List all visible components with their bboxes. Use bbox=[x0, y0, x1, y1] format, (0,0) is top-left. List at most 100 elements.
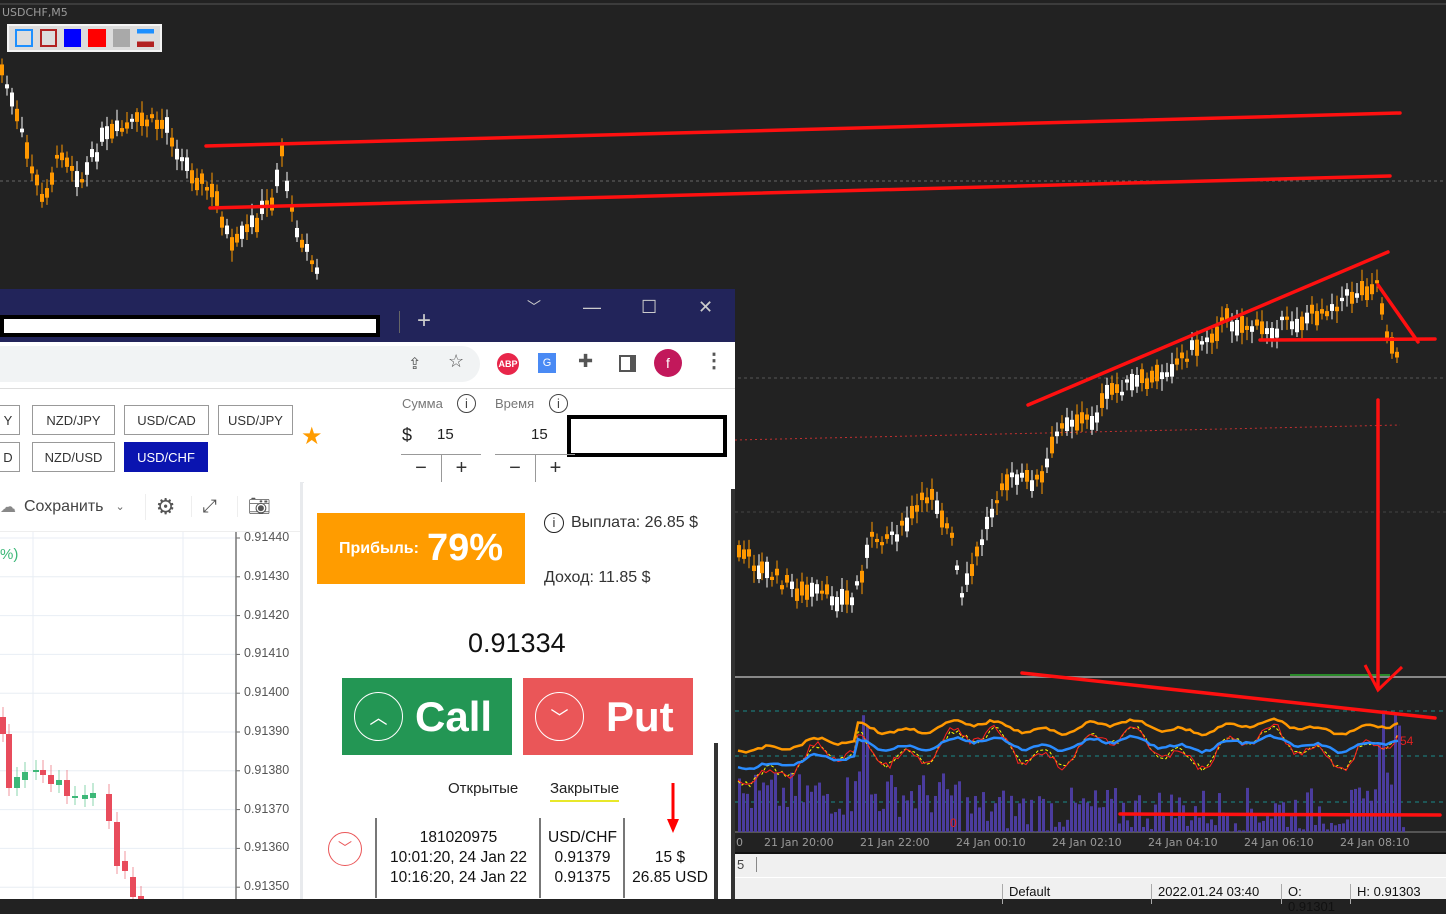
pair-button[interactable]: D bbox=[0, 442, 20, 472]
tab-open-trades[interactable]: Открытые bbox=[448, 780, 518, 797]
volume-bar bbox=[1214, 825, 1217, 832]
bookmark-star-icon[interactable]: ☆ bbox=[448, 351, 464, 372]
web-price-chart[interactable]: %) 0.914400.914300.914200.914100.914000.… bbox=[0, 532, 300, 899]
volume-bar bbox=[946, 789, 949, 832]
close-icon[interactable]: ✕ bbox=[698, 297, 713, 318]
settings-gear-icon[interactable]: ⚙ bbox=[145, 494, 176, 520]
time-plus-button[interactable]: + bbox=[535, 455, 575, 482]
candle-body bbox=[980, 539, 984, 545]
translate-icon[interactable]: G bbox=[538, 353, 556, 373]
scrollbar[interactable] bbox=[714, 743, 718, 899]
candle-body bbox=[1380, 303, 1384, 314]
candle-body bbox=[1060, 423, 1064, 428]
candle-body bbox=[830, 596, 834, 605]
candle-body bbox=[255, 218, 259, 232]
amount-stepper[interactable]: − + bbox=[401, 454, 481, 482]
palette-red-frame[interactable] bbox=[40, 29, 58, 47]
side-panel-icon[interactable] bbox=[619, 355, 636, 372]
new-tab-button[interactable]: + bbox=[417, 307, 431, 335]
candle-body bbox=[1330, 304, 1334, 311]
volume-bar bbox=[1218, 793, 1221, 832]
menu-icon[interactable]: ⋮ bbox=[704, 348, 724, 373]
volume-bar bbox=[1066, 820, 1069, 832]
palette-red[interactable] bbox=[88, 29, 105, 47]
candle-body bbox=[865, 545, 869, 558]
palette-blue-frame[interactable] bbox=[15, 29, 33, 47]
adblock-icon[interactable]: ABP bbox=[497, 353, 519, 375]
put-button[interactable]: ﹀ Put bbox=[523, 678, 693, 755]
tab-search-icon[interactable]: ﹀ bbox=[527, 297, 541, 317]
page-scrollbar[interactable] bbox=[731, 489, 735, 899]
candle-body bbox=[1050, 437, 1054, 454]
candle-body bbox=[930, 489, 934, 500]
save-button[interactable]: Сохранить bbox=[24, 498, 104, 516]
call-button[interactable]: ︿ Call bbox=[342, 678, 512, 755]
profit-label: Прибыль: bbox=[339, 540, 419, 558]
time-input[interactable]: 15 bbox=[531, 426, 548, 443]
candle-body bbox=[1285, 317, 1289, 320]
candle-body bbox=[300, 240, 304, 248]
profile-avatar[interactable]: f bbox=[654, 349, 682, 377]
extensions-icon[interactable]: ✚ bbox=[578, 351, 593, 372]
closed-trade-row[interactable]: ﹀ 181020975 10:01:20, 24 Jan 22 10:16:20… bbox=[303, 818, 718, 898]
candle-body bbox=[1125, 379, 1129, 382]
browser-toolbar: ⇪ ☆ ABP G ✚ f ⋮ bbox=[0, 342, 735, 388]
tab-closed-trades[interactable]: Закрытые bbox=[550, 780, 619, 802]
time-label: Время bbox=[495, 396, 534, 411]
pair-button[interactable]: USD/JPY bbox=[218, 405, 293, 435]
palette-blue[interactable] bbox=[64, 29, 81, 47]
candle-body bbox=[1135, 375, 1139, 387]
candle-body bbox=[920, 493, 924, 500]
chevron-down-icon[interactable]: ⌄ bbox=[116, 500, 125, 513]
amount-minus-button[interactable]: − bbox=[401, 455, 441, 482]
pair-button[interactable]: USD/CAD bbox=[124, 405, 209, 435]
volume-bar bbox=[1058, 822, 1061, 832]
candle-body bbox=[985, 517, 989, 529]
volume-bar bbox=[1210, 819, 1213, 832]
share-icon[interactable]: ⇪ bbox=[408, 354, 421, 374]
minimize-icon[interactable]: — bbox=[583, 297, 601, 318]
volume-bar bbox=[902, 795, 905, 832]
info-icon[interactable]: i bbox=[549, 394, 568, 413]
pair-button[interactable]: NZD/USD bbox=[32, 442, 115, 472]
volume-bar bbox=[982, 792, 985, 832]
info-icon[interactable]: i bbox=[457, 394, 476, 413]
fullscreen-icon[interactable]: ⤢ bbox=[191, 496, 216, 517]
candle-body bbox=[945, 523, 949, 528]
time-stepper[interactable]: − + bbox=[495, 454, 575, 482]
volume-bar bbox=[906, 800, 909, 832]
volume-bar bbox=[910, 791, 913, 832]
favorite-star-icon[interactable]: ★ bbox=[301, 422, 323, 451]
volume-bar bbox=[1026, 824, 1029, 832]
oscillator-value: 54 bbox=[1400, 734, 1413, 748]
volume-bar bbox=[758, 790, 761, 832]
candle-body bbox=[210, 184, 214, 197]
candle-body bbox=[1040, 471, 1044, 482]
candle-body bbox=[220, 217, 224, 228]
candle-body bbox=[1105, 385, 1109, 399]
candle-body bbox=[1020, 473, 1024, 478]
maximize-icon[interactable]: ☐ bbox=[641, 297, 657, 318]
expand-chevron-icon[interactable]: ﹀ bbox=[328, 832, 362, 866]
camera-icon[interactable]: 📷︎ bbox=[237, 496, 271, 517]
color-palette[interactable] bbox=[7, 24, 162, 52]
pair-button[interactable]: Y bbox=[0, 405, 20, 435]
redacted-tab[interactable] bbox=[0, 315, 380, 337]
pair-button[interactable]: NZD/JPY bbox=[32, 405, 115, 435]
volume-bar bbox=[742, 793, 745, 832]
amount-input[interactable]: 15 bbox=[437, 426, 454, 443]
candle-body bbox=[950, 533, 954, 538]
price-tick-label: 0.91350 bbox=[244, 879, 289, 893]
palette-gray[interactable] bbox=[113, 29, 130, 47]
candle-body bbox=[1110, 383, 1114, 395]
profit-badge: Прибыль: 79% bbox=[317, 513, 525, 584]
volume-bar bbox=[1110, 799, 1113, 832]
pair-button-active[interactable]: USD/CHF bbox=[124, 442, 208, 472]
palette-lines[interactable] bbox=[137, 29, 154, 47]
volume-bar bbox=[826, 794, 829, 832]
candle-body bbox=[145, 120, 149, 127]
amount-plus-button[interactable]: + bbox=[441, 455, 481, 482]
candle-body bbox=[180, 157, 184, 161]
candle-body bbox=[1175, 358, 1179, 364]
time-minus-button[interactable]: − bbox=[495, 455, 535, 482]
